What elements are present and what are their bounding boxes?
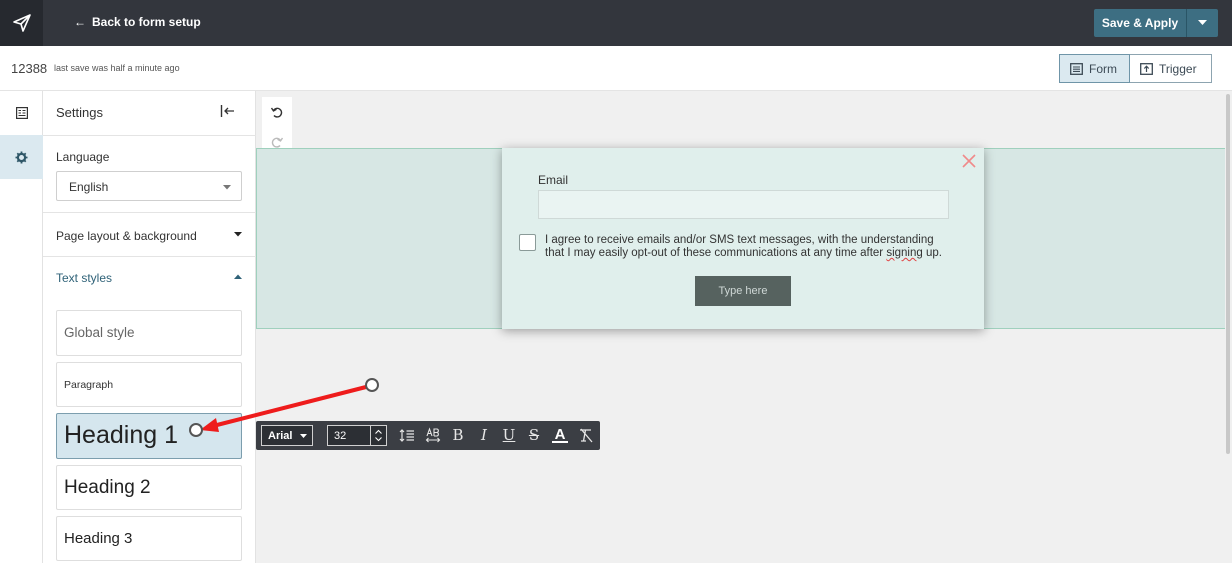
- text-style-label: Heading 3: [64, 530, 133, 547]
- consent-text-misspelled: signing: [886, 247, 923, 259]
- form-icon: [1070, 62, 1083, 75]
- tab-form[interactable]: Form: [1059, 54, 1130, 83]
- email-label: Email: [538, 173, 569, 187]
- text-style-label: Heading 2: [64, 477, 151, 498]
- back-to-form-setup-link[interactable]: ← Back to form setup: [74, 15, 201, 29]
- underline-icon[interactable]: U: [501, 427, 517, 444]
- close-icon[interactable]: [961, 153, 977, 169]
- divider: [43, 135, 256, 136]
- settings-title: Settings: [56, 105, 103, 120]
- rail-item-settings[interactable]: [0, 135, 43, 179]
- text-style-heading-3[interactable]: Heading 3: [56, 516, 242, 561]
- text-format-toolbar: Arial 32 B I U S A: [256, 421, 600, 450]
- text-color-icon[interactable]: A: [552, 427, 568, 443]
- font-size-stepper[interactable]: 32: [327, 425, 387, 446]
- paper-plane-icon: [12, 14, 31, 32]
- text-style-label: Paragraph: [64, 379, 114, 391]
- caret-down-icon: [300, 434, 307, 438]
- save-apply-group: Save & Apply: [1094, 9, 1218, 37]
- bold-icon[interactable]: B: [450, 427, 466, 444]
- form-list-icon: [15, 107, 28, 119]
- settings-panel: Settings Language English Page layout & …: [43, 91, 256, 563]
- caret-down-icon[interactable]: [234, 232, 242, 237]
- tab-form-label: Form: [1089, 61, 1117, 76]
- tab-trigger[interactable]: Trigger: [1130, 54, 1212, 83]
- undo-icon: [270, 107, 283, 118]
- text-style-paragraph[interactable]: Paragraph: [56, 362, 242, 407]
- tab-trigger-label: Trigger: [1159, 61, 1197, 76]
- text-style-global[interactable]: Global style: [56, 310, 242, 356]
- caret-down-icon: [223, 185, 231, 190]
- language-value: English: [69, 180, 109, 194]
- undo-button[interactable]: [262, 97, 292, 127]
- logo[interactable]: [0, 0, 43, 46]
- language-label: Language: [56, 150, 110, 164]
- text-style-heading-1[interactable]: Heading 1: [56, 413, 242, 459]
- divider: [43, 256, 256, 257]
- line-height-icon[interactable]: [399, 427, 415, 444]
- save-status: last save was half a minute ago: [54, 63, 180, 73]
- font-size-value: 32: [334, 430, 347, 442]
- collapse-panel-icon[interactable]: [220, 104, 235, 118]
- email-input[interactable]: [538, 190, 949, 219]
- strikethrough-icon[interactable]: S: [526, 427, 542, 444]
- letter-spacing-icon[interactable]: [425, 427, 441, 444]
- caret-up-icon[interactable]: [234, 274, 242, 279]
- save-apply-button[interactable]: Save & Apply: [1094, 9, 1186, 37]
- chevron-up-down-icon: [375, 429, 382, 442]
- left-rail: [0, 91, 43, 563]
- font-size-spinner[interactable]: [370, 426, 386, 445]
- font-family-value: Arial: [268, 430, 293, 442]
- scrollbar-thumb[interactable]: [1226, 94, 1230, 454]
- italic-icon[interactable]: I: [476, 427, 492, 444]
- consent-checkbox[interactable]: [519, 234, 536, 251]
- consent-text-part: I agree to receive emails and/or SMS tex…: [545, 234, 934, 259]
- trigger-icon: [1140, 62, 1153, 75]
- save-options-dropdown[interactable]: [1186, 9, 1218, 37]
- arrow-left-icon: ←: [74, 15, 86, 29]
- consent-text-part: up.: [922, 247, 942, 259]
- text-style-heading-2[interactable]: Heading 2: [56, 465, 242, 510]
- section-text-styles[interactable]: Text styles: [56, 271, 112, 285]
- rail-item-fields[interactable]: [0, 91, 43, 135]
- sub-bar: 12388 last save was half a minute ago Fo…: [0, 46, 1232, 91]
- redo-icon: [271, 137, 284, 148]
- clear-format-icon[interactable]: [578, 427, 594, 444]
- text-style-label: Heading 1: [64, 421, 178, 449]
- view-toggle: Form Trigger: [1059, 54, 1212, 83]
- caret-down-icon: [1198, 20, 1207, 25]
- consent-text: I agree to receive emails and/or SMS tex…: [545, 234, 955, 260]
- font-family-select[interactable]: Arial: [261, 425, 313, 446]
- divider: [43, 212, 256, 213]
- submit-button[interactable]: Type here: [695, 276, 791, 306]
- section-page-layout[interactable]: Page layout & background: [56, 229, 197, 243]
- text-style-label: Global style: [64, 325, 135, 340]
- form-id: 12388: [11, 61, 48, 76]
- back-link-label: Back to form setup: [92, 15, 201, 29]
- top-bar: ← Back to form setup Save & Apply: [0, 0, 1232, 46]
- gear-icon: [15, 151, 28, 163]
- language-select[interactable]: English: [56, 171, 242, 201]
